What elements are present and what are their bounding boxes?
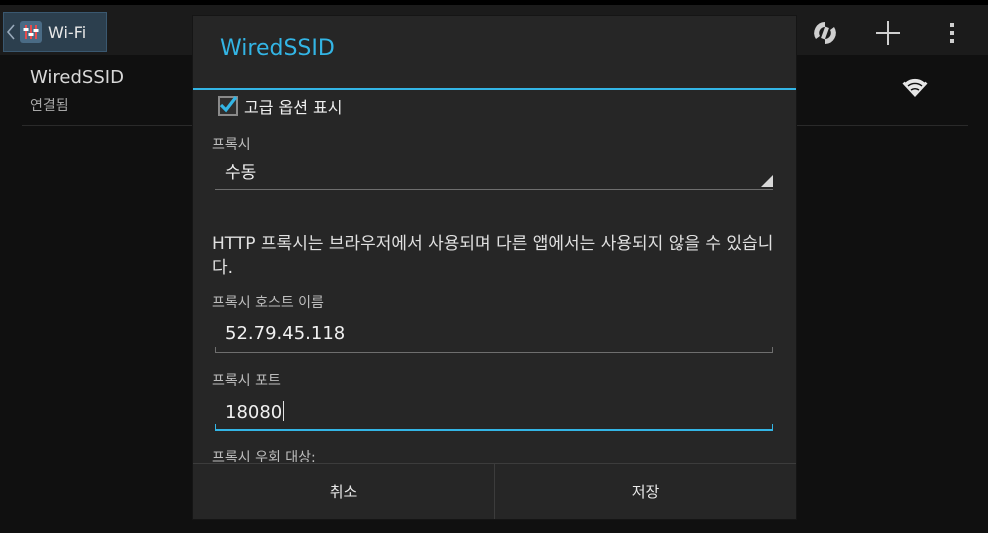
- proxy-port-input[interactable]: 18080: [215, 395, 773, 431]
- network-status: 연결됨: [30, 98, 69, 114]
- network-config-dialog: WiredSSID 고급 옵션 표시 프록시 수동 HTTP 프록시는 브라우저…: [193, 16, 796, 519]
- wps-push-icon: [814, 22, 836, 44]
- wps-push-button[interactable]: [807, 15, 843, 51]
- back-chevron-icon: [6, 24, 15, 40]
- advanced-options-checkbox-row[interactable]: 고급 옵션 표시: [218, 94, 343, 118]
- spinner-arrow-icon: [761, 175, 773, 187]
- up-navigation-button[interactable]: Wi-Fi: [3, 12, 107, 52]
- proxy-spinner[interactable]: 수동: [215, 150, 773, 190]
- advanced-options-checkbox[interactable]: [218, 96, 238, 116]
- wifi-signal-full-icon: [902, 78, 928, 97]
- cancel-button[interactable]: 취소: [193, 464, 494, 519]
- overflow-menu-button[interactable]: [934, 15, 970, 51]
- dialog-header: WiredSSID: [193, 16, 796, 90]
- add-network-button[interactable]: [870, 15, 906, 51]
- actionbar-title: Wi-Fi: [48, 22, 87, 42]
- proxy-host-input[interactable]: 52.79.45.118: [215, 317, 773, 353]
- proxy-port-value-wrap: 18080: [225, 401, 285, 423]
- save-button[interactable]: 저장: [494, 464, 796, 519]
- dialog-title: WiredSSID: [220, 36, 335, 61]
- wifi-settings-app-icon: [20, 21, 42, 43]
- proxy-host-value: 52.79.45.118: [225, 323, 346, 344]
- proxy-port-value: 18080: [225, 402, 283, 423]
- proxy-port-label: 프록시 포트: [212, 373, 281, 389]
- proxy-host-label: 프록시 호스트 이름: [212, 295, 324, 311]
- add-icon: [876, 21, 900, 45]
- advanced-options-label: 고급 옵션 표시: [244, 98, 343, 117]
- proxy-bypass-label: 프록시 우회 대상:: [212, 450, 316, 462]
- overflow-menu-icon: [950, 23, 954, 43]
- network-ssid: WiredSSID: [30, 67, 124, 88]
- dialog-body[interactable]: 고급 옵션 표시 프록시 수동 HTTP 프록시는 브라우저에서 사용되며 다른…: [193, 92, 796, 462]
- checkmark-icon: [219, 96, 238, 113]
- text-caret: [283, 401, 285, 421]
- proxy-info-text: HTTP 프록시는 브라우저에서 사용되며 다른 앱에서는 사용되지 않을 수 …: [212, 234, 774, 278]
- proxy-spinner-value: 수동: [225, 163, 257, 183]
- dialog-button-bar: 취소 저장: [193, 463, 796, 519]
